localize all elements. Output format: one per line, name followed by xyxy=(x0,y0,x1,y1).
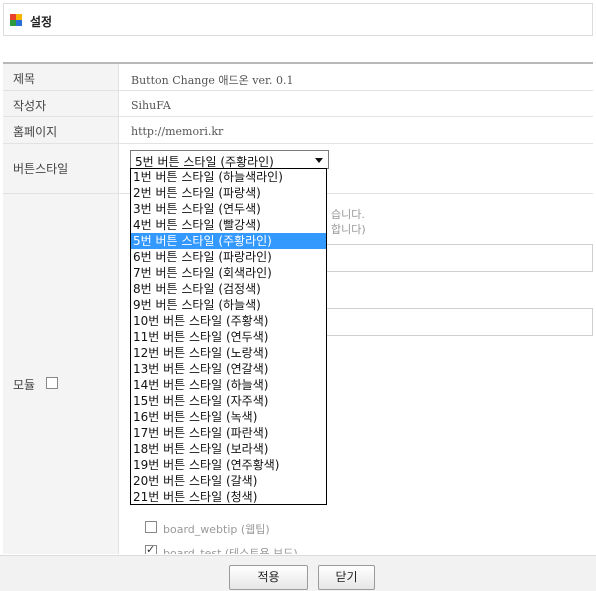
row-author: 작성자 SihuFA xyxy=(3,91,593,117)
apply-button[interactable]: 적용 xyxy=(229,565,308,590)
dropdown-option[interactable]: 8번 버튼 스타일 (검정색) xyxy=(131,281,326,297)
close-button[interactable]: 닫기 xyxy=(318,565,375,590)
help-text-1: 습니다. xyxy=(331,208,365,221)
module-select-all-checkbox[interactable] xyxy=(46,377,58,389)
dropdown-option[interactable]: 19번 버튼 스타일 (연주황색) xyxy=(131,457,326,473)
dropdown-option[interactable]: 1번 버튼 스타일 (하늘색라인) xyxy=(131,169,326,185)
dialog-footer: 적용 닫기 xyxy=(0,555,596,591)
module-label-test: board_test (테스트용 보드) xyxy=(163,547,298,554)
page-title: 설정 xyxy=(30,15,53,29)
dialog-header: 설정 xyxy=(3,3,593,36)
help-text-2: 합니다) xyxy=(331,223,366,236)
text-input-2[interactable] xyxy=(321,308,593,336)
dropdown-option[interactable]: 14번 버튼 스타일 (하늘색) xyxy=(131,377,326,393)
row-title: 제목 Button Change 애드온 ver. 0.1 xyxy=(3,64,593,91)
row-homepage: 홈페이지 http://memori.kr xyxy=(3,117,593,144)
button-style-select[interactable]: 5번 버튼 스타일 (주황라인) xyxy=(130,150,329,169)
dropdown-option[interactable]: 12번 버튼 스타일 (노랑색) xyxy=(131,345,326,361)
module-checkbox-webtip[interactable] xyxy=(145,521,157,533)
dropdown-option[interactable]: 18번 버튼 스타일 (보라색) xyxy=(131,441,326,457)
button-style-dropdown-list[interactable]: 1번 버튼 스타일 (하늘색라인) 2번 버튼 스타일 (파랑색) 3번 버튼 … xyxy=(130,168,327,505)
dropdown-option[interactable]: 21번 버튼 스타일 (청색) xyxy=(131,489,326,505)
dropdown-option[interactable]: 9번 버튼 스타일 (하늘색) xyxy=(131,297,326,313)
dropdown-option[interactable]: 20번 버튼 스타일 (갈색) xyxy=(131,473,326,489)
label-title: 제목 xyxy=(13,72,36,86)
dropdown-option[interactable]: 4번 버튼 스타일 (빨강색) xyxy=(131,217,326,233)
label-module: 모듈 xyxy=(13,378,36,392)
label-author: 작성자 xyxy=(13,99,47,113)
dropdown-option[interactable]: 10번 버튼 스타일 (주황색) xyxy=(131,313,326,329)
dropdown-option[interactable]: 3번 버튼 스타일 (연두색) xyxy=(131,201,326,217)
dropdown-option-selected[interactable]: 5번 버튼 스타일 (주황라인) xyxy=(131,233,326,249)
value-homepage[interactable]: http://memori.kr xyxy=(131,125,223,138)
dropdown-option[interactable]: 6번 버튼 스타일 (파랑라인) xyxy=(131,249,326,265)
dropdown-option[interactable]: 11번 버튼 스타일 (연두색) xyxy=(131,329,326,345)
label-homepage: 홈페이지 xyxy=(13,125,58,139)
dropdown-option[interactable]: 16번 버튼 스타일 (녹색) xyxy=(131,409,326,425)
label-button-style: 버튼스타일 xyxy=(13,162,69,176)
dropdown-option[interactable]: 17번 버튼 스타일 (파란색) xyxy=(131,425,326,441)
dropdown-option[interactable]: 7번 버튼 스타일 (회색라인) xyxy=(131,265,326,281)
module-label-webtip: board_webtip (웹팁) xyxy=(163,523,270,536)
dropdown-option[interactable]: 13번 버튼 스타일 (연갈색) xyxy=(131,361,326,377)
dropdown-option[interactable]: 2번 버튼 스타일 (파랑색) xyxy=(131,185,326,201)
chevron-down-icon[interactable] xyxy=(315,158,323,163)
value-title: Button Change 애드온 ver. 0.1 xyxy=(131,74,294,87)
module-checkbox-test[interactable] xyxy=(145,543,157,554)
settings-logo-icon xyxy=(10,14,22,26)
value-author: SihuFA xyxy=(131,99,171,112)
dropdown-option[interactable]: 15번 버튼 스타일 (자주색) xyxy=(131,393,326,409)
text-input-1[interactable] xyxy=(321,244,593,272)
